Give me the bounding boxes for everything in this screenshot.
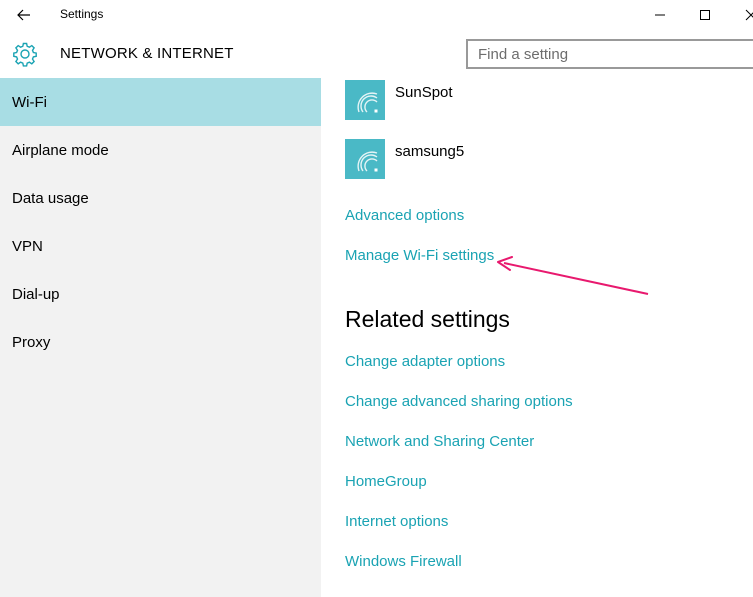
sidebar: Wi-Fi Airplane mode Data usage VPN Dial-… [0,78,321,597]
back-arrow-icon [17,9,30,21]
network-item-sunspot[interactable]: SunSpot [345,80,645,122]
related-settings-heading: Related settings [345,306,510,332]
maximize-button[interactable] [681,0,729,30]
close-button[interactable] [727,0,753,30]
gear-icon [13,42,37,67]
wifi-tile [345,80,385,120]
page-header: NETWORK & INTERNET [0,30,753,78]
wifi-icon [357,151,378,172]
minimize-button[interactable] [636,0,684,30]
search-input[interactable] [468,41,753,67]
settings-window: Settings NETWORK & INTERNET Find a setti… [0,0,753,597]
wifi-icon [357,92,378,113]
title-bar: Settings [0,0,753,30]
maximize-icon [700,10,710,20]
advanced-options-link[interactable]: Advanced options [345,207,464,224]
page-title: NETWORK & INTERNET [60,45,234,62]
change-adapter-options-link[interactable]: Change adapter options [345,353,505,370]
minimize-icon [655,14,665,16]
back-button[interactable] [8,2,40,28]
windows-firewall-link[interactable]: Windows Firewall [345,553,462,570]
change-advanced-sharing-options-link[interactable]: Change advanced sharing options [345,393,573,410]
network-name: samsung5 [395,143,465,160]
internet-options-link[interactable]: Internet options [345,513,448,530]
window-title: Settings [60,7,104,21]
main-content: SunSpot samsung5 Advanced options Manage… [321,78,753,597]
network-name: SunSpot [395,84,453,101]
sidebar-item-proxy[interactable]: Proxy [0,318,321,366]
sidebar-item-dial-up[interactable]: Dial-up [0,270,321,318]
close-icon [745,9,753,21]
sidebar-item-airplane-mode[interactable]: Airplane mode [0,126,321,174]
network-item-samsung5[interactable]: samsung5 [345,139,645,181]
sidebar-item-wifi[interactable]: Wi-Fi [0,78,321,126]
sidebar-item-data-usage[interactable]: Data usage [0,174,321,222]
search-box[interactable] [466,39,753,69]
wifi-tile [345,139,385,179]
network-and-sharing-center-link[interactable]: Network and Sharing Center [345,433,534,450]
sidebar-item-vpn[interactable]: VPN [0,222,321,270]
homegroup-link[interactable]: HomeGroup [345,473,427,490]
manage-wifi-settings-link[interactable]: Manage Wi-Fi settings [345,247,494,264]
